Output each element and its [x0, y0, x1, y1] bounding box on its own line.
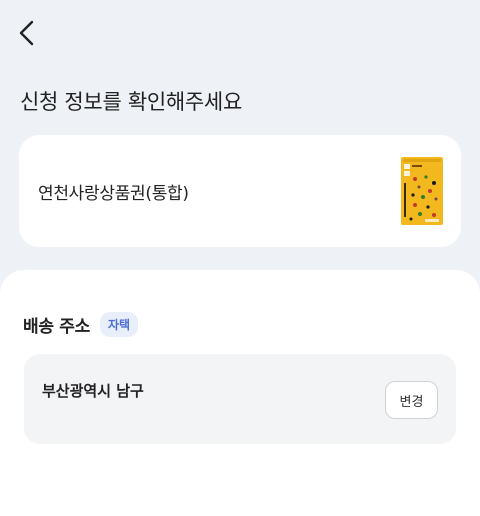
- chevron-left-icon: [19, 20, 34, 46]
- section-title: 배송 주소: [23, 317, 90, 337]
- delivery-address: 부산광역시 남구: [42, 382, 144, 400]
- address-type-badge: 자택: [99, 312, 139, 337]
- product-card: 연천사랑상품권(통합): [19, 135, 461, 247]
- gift-card-thumbnail: [401, 157, 443, 225]
- product-name: 연천사랑상품권(통합): [38, 184, 189, 204]
- back-button[interactable]: [12, 16, 42, 50]
- change-address-button[interactable]: 변경: [385, 381, 438, 419]
- address-box: 부산광역시 남구 변경: [24, 354, 456, 444]
- page-title: 신청 정보를 확인해주세요: [20, 90, 242, 114]
- delivery-sheet: 배송 주소 자택 부산광역시 남구 변경: [0, 270, 480, 516]
- delivery-section-header: 배송 주소 자택: [23, 312, 139, 337]
